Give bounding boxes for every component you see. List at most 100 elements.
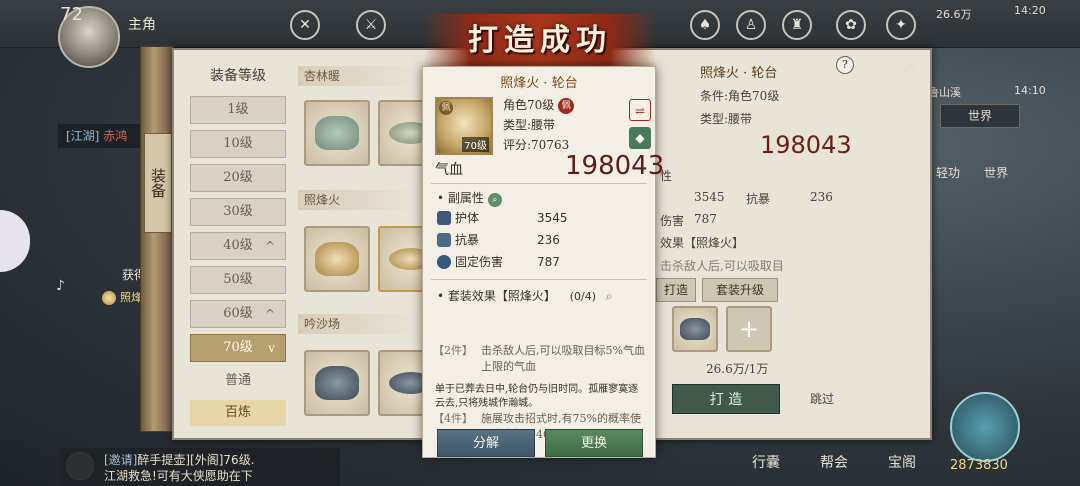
skip-toggle[interactable]: 跳过 (810, 390, 834, 407)
bottom-chat-tag: [邀请] (104, 453, 138, 467)
crit-resist-icon (437, 233, 451, 247)
share-icon[interactable]: ◆ (629, 127, 651, 149)
banner-title: 打造成功 (468, 23, 612, 58)
success-banner: 打造成功 (424, 14, 656, 68)
quality-common[interactable]: 普通 (190, 368, 286, 394)
attr-name: 固定伤害 (455, 255, 504, 269)
attr-list: 护体 3545 抗暴 236 固定伤害 787 (437, 207, 637, 273)
item-role-level-row: 角色70级 佩 (503, 95, 623, 115)
bottom-chat-box[interactable]: [邀请]醉手提壶][外阁]76级. 江湖救急!可有大侠愿助在下 (60, 448, 340, 486)
equip-detail-panel: 照烽火 · 轮台 条件:角色70级 类型:腰带 198043 性 3545 抗暴… (660, 62, 860, 274)
detail-attr-row-1: 3545 抗暴 236 (660, 190, 860, 206)
quality-refined[interactable]: 百炼 (190, 400, 286, 426)
grade-label: 60级 (223, 306, 253, 321)
set-count: (0/4) (569, 290, 597, 303)
equipment-tab[interactable]: 装备 (144, 133, 172, 233)
compare-icon[interactable]: ⇌ (629, 99, 651, 121)
grade-item-50[interactable]: 50级 (190, 266, 286, 294)
attr-value: 3545 (537, 211, 568, 225)
armor-icon (315, 366, 359, 400)
attr-row-huti: 护体 3545 (437, 207, 637, 229)
attr-name: 护体 (455, 211, 480, 225)
detail-cond: 条件:角色70级 (700, 89, 780, 103)
bottom-chat-line1: 醉手提壶][外阁]76级. (137, 453, 255, 467)
robe-icon (315, 242, 359, 276)
detail-attr3-name: 伤害 (660, 214, 685, 228)
detail-set-sub: 击杀敌人后,可以吸取目 (660, 259, 784, 273)
item-level-badge: 70级 (462, 137, 489, 152)
chat-name: 赤鸿 (103, 129, 128, 143)
shield-icon (437, 211, 451, 225)
bottom-menu-bag[interactable]: 行囊 (752, 452, 780, 472)
detail-attr-row-2: 伤害 787 (660, 212, 860, 228)
grade-label: 1级 (227, 102, 249, 117)
world-chat-button[interactable]: 世界 (940, 104, 1020, 128)
attr-name: 抗暴 (455, 233, 480, 247)
detail-title: 照烽火 · 轮台 (700, 66, 778, 81)
bottom-currency: 2873830 (950, 458, 1008, 473)
grade-label: 50级 (223, 272, 253, 287)
set-piece-label: 【4件】 (433, 412, 473, 425)
player-name: 主角 (128, 17, 156, 33)
set-effect-title-text: 套装效果【照烽火】 (447, 289, 556, 303)
task-icon[interactable]: ⚔ (356, 10, 386, 40)
grade-item-1[interactable]: 1级 (190, 96, 286, 124)
bottom-menu-guild[interactable]: 帮会 (820, 452, 848, 472)
grade-label: 10级 (223, 136, 253, 151)
material-slot-add[interactable]: + (726, 306, 772, 352)
lantern-icon[interactable]: ♜ (782, 10, 812, 40)
grade-item-70[interactable]: 70级 v (190, 334, 286, 362)
search-icon[interactable]: ⌕ (487, 193, 502, 207)
detail-set-line: 效果【照烽火】 (660, 236, 745, 250)
chat-channel: [江湖] (66, 129, 100, 143)
forge-tab-button[interactable]: 打造 (656, 278, 696, 302)
bag-top-icon[interactable]: ♠ (690, 10, 720, 40)
bell-icon[interactable]: ♪ (56, 278, 80, 300)
qixue-label: 气血 (435, 162, 463, 178)
item-meta: 角色70级 佩 类型:腰带 评分:70763 (503, 95, 623, 155)
grade-item-60[interactable]: 60级 ^ (190, 300, 286, 328)
grade-label: 40级 (223, 238, 253, 253)
meditate-button[interactable] (950, 392, 1020, 462)
forged-item-card: 照烽火 · 轮台 佩 70级 角色70级 佩 类型:腰带 评分:70763 ⇌ … (422, 66, 664, 458)
qinggong-label[interactable]: 轻功 (936, 164, 960, 181)
set-title-zhaofenghuo: 照烽火 (298, 190, 418, 210)
player-level: 72 (60, 4, 83, 25)
forge-button[interactable]: 打 造 (672, 384, 780, 414)
grade-list: 装备等级 1级 10级 20级 30级 40级 ^ 50级 60级 ^ 70级 v 普… (186, 62, 290, 426)
grade-item-10[interactable]: 10级 (190, 130, 286, 158)
attr-row-gudingshanghai: 固定伤害 787 (437, 251, 637, 273)
gift-icon[interactable]: ✿ (836, 10, 866, 40)
map-icon[interactable]: ✕ (290, 10, 320, 40)
equip-slot-robe-2[interactable] (304, 226, 370, 292)
chevron-up-icon: ^ (264, 307, 275, 321)
search-icon[interactable]: ⌕ (606, 289, 613, 303)
set-effect-text: 击杀敌人后,可以吸取目标5%气血上限的气血 (481, 344, 645, 373)
world-label[interactable]: 世界 (984, 164, 1008, 181)
robe-icon (315, 116, 359, 150)
grade-item-40[interactable]: 40级 ^ (190, 232, 286, 260)
detail-attr2-val: 236 (810, 190, 833, 204)
top-currency: 26.6万 (936, 8, 972, 21)
fan-icon[interactable]: ✦ (886, 10, 916, 40)
damage-icon (437, 255, 451, 269)
plus-icon: + (738, 315, 760, 343)
grade-item-20[interactable]: 20级 (190, 164, 286, 192)
figure-icon[interactable]: ♙ (736, 10, 766, 40)
decompose-button[interactable]: 分解 (437, 429, 535, 457)
set-upgrade-button[interactable]: 套装升级 (702, 278, 778, 302)
bottom-menu-treasure[interactable]: 宝阁 (888, 452, 916, 472)
close-icon[interactable]: ✕ (900, 56, 918, 81)
equip-slot-armor[interactable] (304, 350, 370, 416)
material-slot-ore[interactable] (672, 306, 718, 352)
location-clock: 14:10 (1014, 84, 1046, 97)
equip-slot-robe[interactable] (304, 100, 370, 166)
replace-button[interactable]: 更换 (545, 429, 643, 457)
sub-attr-title-text: 副属性 (447, 191, 484, 205)
grade-item-30[interactable]: 30级 (190, 198, 286, 226)
chevron-up-icon: ^ (264, 239, 275, 253)
ore-icon (680, 318, 710, 340)
bottom-chat-line2: 江湖救急!可有大侠愿助在下 (104, 469, 253, 483)
top-clock: 14:20 (1014, 4, 1046, 17)
detail-attr2-name: 抗暴 (746, 192, 771, 206)
